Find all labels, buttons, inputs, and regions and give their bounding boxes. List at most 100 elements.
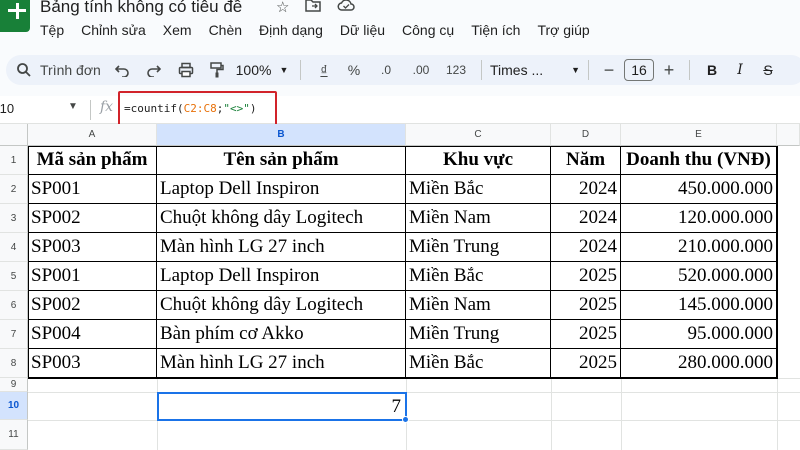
table-cell[interactable]: Miền Bắc <box>406 175 551 204</box>
row-header-11[interactable]: 11 <box>0 420 28 450</box>
percent-format-button[interactable]: % <box>339 55 369 85</box>
table-cell[interactable]: Miền Trung <box>406 233 551 262</box>
paint-format-icon[interactable] <box>202 55 232 85</box>
table-cell[interactable]: Laptop Dell Inspiron <box>157 175 406 204</box>
table-cell[interactable]: 210.000.000 <box>621 233 777 262</box>
row-header-7[interactable]: 7 <box>0 320 28 349</box>
fill-handle[interactable] <box>402 416 409 423</box>
font-value: Times ... <box>490 62 544 78</box>
menu-extensions[interactable]: Tiện ích <box>471 22 520 38</box>
bold-icon[interactable]: B <box>698 55 726 85</box>
table-cell[interactable]: 280.000.000 <box>621 349 777 378</box>
table-header-cell[interactable]: Khu vực <box>406 146 551 175</box>
column-header-d[interactable]: D <box>551 124 621 146</box>
column-header-a[interactable]: A <box>28 124 157 146</box>
currency-format-button[interactable]: ₫ <box>309 55 339 85</box>
column-header-b[interactable]: B <box>157 124 406 146</box>
increase-decimal-button[interactable]: .00 <box>403 55 439 85</box>
table-header-cell[interactable]: Tên sản phẩm <box>157 146 406 175</box>
table-cell[interactable]: Miền Bắc <box>406 349 551 378</box>
undo-icon[interactable] <box>106 55 138 85</box>
increase-font-size-icon[interactable]: + <box>657 55 681 85</box>
font-size-value: 16 <box>624 59 654 81</box>
column-header-extra[interactable] <box>777 124 800 146</box>
table-cell[interactable]: SP001 <box>28 175 157 204</box>
table-header-cell[interactable]: Doanh thu (VNĐ) <box>621 146 777 175</box>
spreadsheet-app: Bảng tính không có tiêu đề ☆ Tệp Chỉnh s… <box>0 0 800 450</box>
menu-data[interactable]: Dữ liệu <box>340 22 385 38</box>
star-icon[interactable]: ☆ <box>276 0 289 16</box>
table-cell[interactable]: 2025 <box>551 349 621 378</box>
strikethrough-icon[interactable]: S <box>754 55 782 85</box>
toolbar-divider <box>481 60 482 80</box>
table-cell[interactable]: Chuột không dây Logitech <box>157 204 406 233</box>
menu-tools[interactable]: Công cụ <box>402 22 454 38</box>
table-cell[interactable]: 120.000.000 <box>621 204 777 233</box>
document-title[interactable]: Bảng tính không có tiêu đề <box>40 0 242 17</box>
row-header-10[interactable]: 10 <box>0 392 28 420</box>
row-header-9[interactable]: 9 <box>0 378 28 392</box>
selected-cell-b10[interactable]: 7 <box>157 392 409 423</box>
gridline <box>777 378 778 450</box>
column-header-c[interactable]: C <box>406 124 551 146</box>
table-cell[interactable]: 2024 <box>551 175 621 204</box>
row-header-6[interactable]: 6 <box>0 291 28 320</box>
row-header-3[interactable]: 3 <box>0 204 28 233</box>
menu-insert[interactable]: Chèn <box>209 22 242 38</box>
table-cell[interactable]: SP001 <box>28 262 157 291</box>
row-header-2[interactable]: 2 <box>0 175 28 204</box>
menu-edit[interactable]: Chỉnh sửa <box>81 22 146 38</box>
table-cell[interactable]: 450.000.000 <box>621 175 777 204</box>
row-header-8[interactable]: 8 <box>0 349 28 378</box>
select-all-corner[interactable] <box>0 124 28 146</box>
table-cell[interactable]: Miền Trung <box>406 320 551 349</box>
menu-help[interactable]: Trợ giúp <box>537 22 589 38</box>
number-format-button[interactable]: 123 <box>439 55 473 85</box>
table-cell[interactable]: Màn hình LG 27 inch <box>157 233 406 262</box>
print-icon[interactable] <box>170 55 202 85</box>
sheets-logo-icon[interactable] <box>0 0 30 32</box>
table-cell[interactable]: Laptop Dell Inspiron <box>157 262 406 291</box>
table-cell[interactable]: 2025 <box>551 291 621 320</box>
chevron-down-icon: ▼ <box>68 101 78 112</box>
gridline <box>621 378 622 450</box>
table-cell[interactable]: Chuột không dây Logitech <box>157 291 406 320</box>
table-cell[interactable]: Miền Nam <box>406 291 551 320</box>
table-cell[interactable]: 2025 <box>551 262 621 291</box>
table-cell[interactable]: 2025 <box>551 320 621 349</box>
cloud-status-icon[interactable] <box>337 0 356 16</box>
table-cell[interactable]: SP003 <box>28 233 157 262</box>
table-cell[interactable]: 2024 <box>551 204 621 233</box>
menu-format[interactable]: Định dạng <box>259 22 323 38</box>
font-size-field[interactable]: 16 <box>621 55 657 85</box>
font-select[interactable]: Times ... ▼ <box>490 55 580 85</box>
table-cell[interactable]: 95.000.000 <box>621 320 777 349</box>
table-header-cell[interactable]: Mã sản phẩm <box>28 146 157 175</box>
table-cell[interactable]: Màn hình LG 27 inch <box>157 349 406 378</box>
table-header-cell[interactable]: Năm <box>551 146 621 175</box>
table-cell[interactable]: SP002 <box>28 204 157 233</box>
table-cell[interactable]: Miền Bắc <box>406 262 551 291</box>
row-header-5[interactable]: 5 <box>0 262 28 291</box>
column-header-e[interactable]: E <box>621 124 777 146</box>
menu-search[interactable]: Trình đơn <box>6 62 106 78</box>
table-cell[interactable]: 520.000.000 <box>621 262 777 291</box>
italic-icon[interactable]: I <box>726 55 754 85</box>
menu-file[interactable]: Tệp <box>40 22 64 38</box>
decrease-font-size-icon[interactable]: − <box>597 55 621 85</box>
redo-icon[interactable] <box>138 55 170 85</box>
row-header-4[interactable]: 4 <box>0 233 28 262</box>
chevron-down-icon: ▼ <box>571 65 580 75</box>
menu-view[interactable]: Xem <box>163 22 192 38</box>
table-cell[interactable]: 145.000.000 <box>621 291 777 320</box>
table-cell[interactable]: Miền Nam <box>406 204 551 233</box>
table-cell[interactable]: Bàn phím cơ Akko <box>157 320 406 349</box>
move-folder-icon[interactable] <box>305 0 322 16</box>
decrease-decimal-button[interactable]: .0 <box>369 55 403 85</box>
table-cell[interactable]: SP002 <box>28 291 157 320</box>
table-cell[interactable]: SP004 <box>28 320 157 349</box>
zoom-select[interactable]: 100% ▼ <box>232 55 292 85</box>
row-header-1[interactable]: 1 <box>0 146 28 175</box>
table-cell[interactable]: 2024 <box>551 233 621 262</box>
table-cell[interactable]: SP003 <box>28 349 157 378</box>
